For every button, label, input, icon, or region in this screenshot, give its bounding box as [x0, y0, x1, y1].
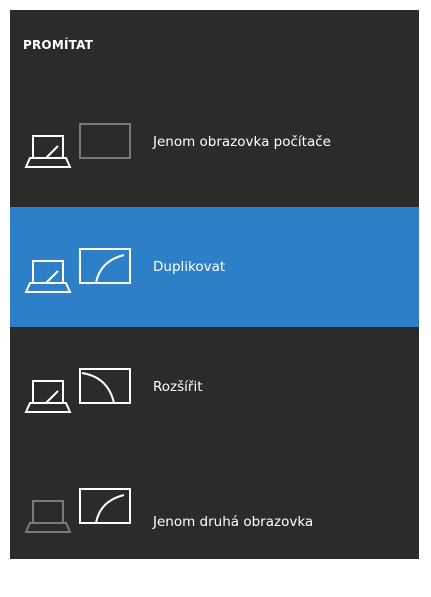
option-label: Rozšířit	[153, 379, 203, 395]
option-label: Jenom druhá obrazovka	[153, 514, 314, 530]
option-duplicate[interactable]: Duplikovat	[10, 207, 419, 327]
second-screen-only-icon	[24, 488, 131, 533]
option-label: Duplikovat	[153, 259, 226, 275]
option-second-screen-only[interactable]: Jenom druhá obrazovka	[10, 447, 419, 559]
duplicate-icon	[24, 248, 131, 293]
pc-screen-only-icon	[24, 123, 131, 168]
panel-title: PROMÍTAT	[23, 38, 94, 52]
option-label: Jenom obrazovka počítače	[153, 134, 331, 150]
option-pc-screen-only[interactable]: Jenom obrazovka počítače	[10, 82, 419, 202]
project-panel: PROMÍTAT Jenom obrazovka počítače Duplik…	[10, 10, 419, 559]
extend-icon	[24, 368, 131, 413]
option-extend[interactable]: Rozšířit	[10, 327, 419, 447]
